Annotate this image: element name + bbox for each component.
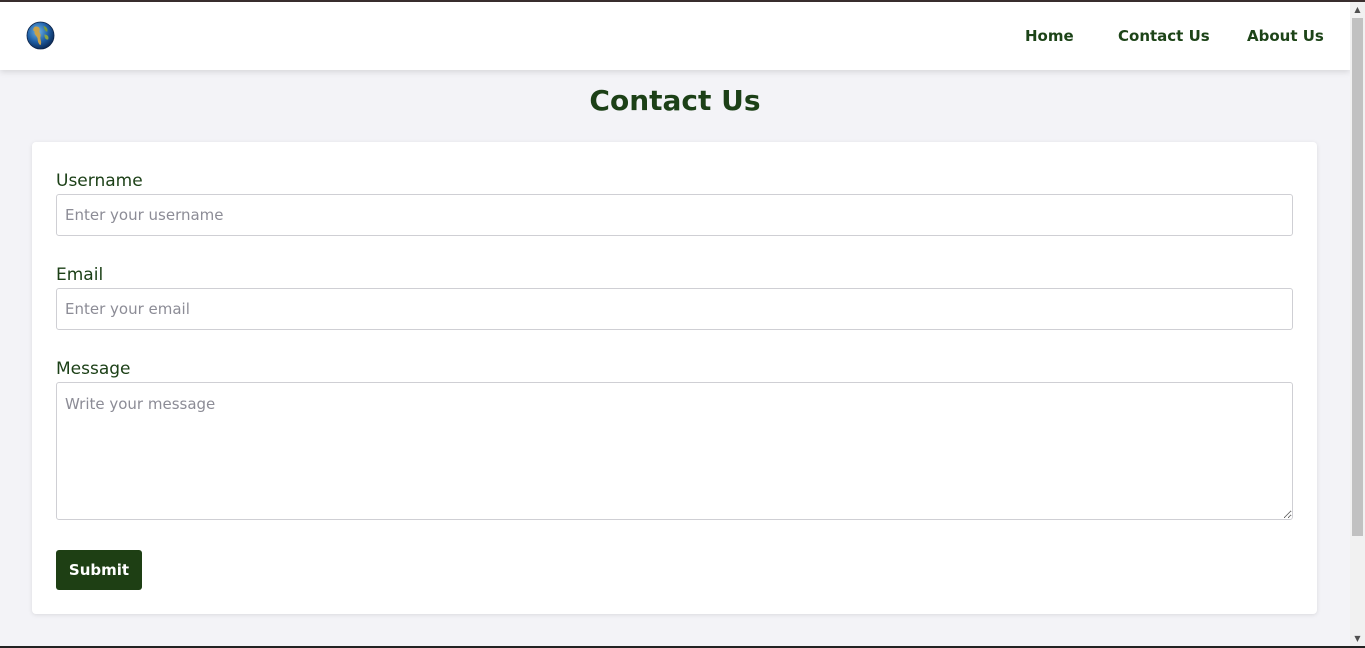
scrollbar-thumb[interactable] bbox=[1352, 18, 1363, 536]
scroll-up-arrow-icon[interactable]: ▲ bbox=[1350, 2, 1365, 17]
contact-form: Username Email Message Submit bbox=[32, 142, 1317, 614]
email-input[interactable] bbox=[56, 288, 1293, 330]
globe-icon[interactable] bbox=[26, 21, 55, 50]
username-label: Username bbox=[56, 171, 143, 191]
nav-link-contact-us[interactable]: Contact Us bbox=[1118, 27, 1210, 45]
submit-button[interactable]: Submit bbox=[56, 550, 142, 590]
message-textarea[interactable] bbox=[56, 382, 1293, 520]
nav-link-home[interactable]: Home bbox=[1025, 27, 1074, 45]
email-label: Email bbox=[56, 265, 104, 285]
message-label: Message bbox=[56, 359, 131, 379]
page-title: Contact Us bbox=[589, 84, 761, 117]
scroll-down-arrow-icon[interactable]: ▼ bbox=[1350, 631, 1365, 646]
page-scrollbar[interactable]: ▲ ▼ bbox=[1350, 2, 1365, 646]
navbar: Home Contact Us About Us bbox=[0, 2, 1350, 70]
nav-link-about-us[interactable]: About Us bbox=[1247, 27, 1324, 45]
username-input[interactable] bbox=[56, 194, 1293, 236]
